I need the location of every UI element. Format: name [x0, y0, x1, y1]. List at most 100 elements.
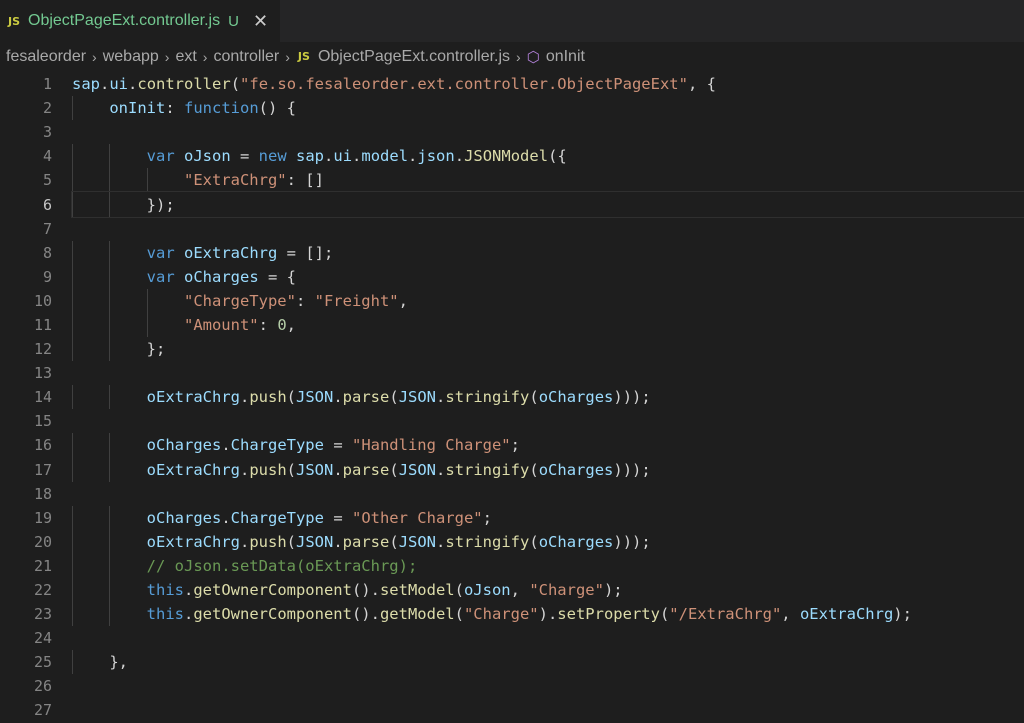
breadcrumb-item-file[interactable]: ObjectPageExt.controller.js [318, 48, 510, 66]
code-text: oExtraChrg. push(JSON. parse(JSON. stringif… [72, 457, 1024, 482]
code-line[interactable]: 21 // oJson.setData(oExtraChrg); [0, 553, 1024, 578]
indent-guide [109, 577, 111, 603]
line-number: 23 [33, 605, 52, 624]
code-text: }, [72, 650, 1024, 675]
code-line[interactable]: 11 "Amount": 0, [0, 312, 1024, 338]
code-token: parse [342, 460, 390, 479]
code-line[interactable]: 7 [0, 217, 1024, 241]
indentation [72, 292, 184, 310]
code-line[interactable]: 1 sap. ui. controller("fe.so.fesaleorder.ex… [0, 72, 1024, 96]
code-token: oJson [463, 581, 511, 600]
close-icon[interactable]: ✕ [253, 11, 268, 32]
code-token: // oJson.setData(oExtraChrg); [146, 556, 418, 575]
code-token: ( [230, 75, 241, 94]
code-line[interactable]: 6 }); [0, 191, 1024, 218]
tab-objectpageext-controller[interactable]: JS ObjectPageExt.controller.js U ✕ [0, 0, 281, 42]
indentation [72, 171, 184, 189]
code-line[interactable]: 26 [0, 674, 1024, 698]
code-token: ))); [613, 532, 651, 551]
code-line[interactable]: 16 oCharges. ChargeType = "Handling Charg… [0, 433, 1024, 458]
code-line[interactable]: 13 [0, 361, 1024, 385]
code-line[interactable]: 27 [0, 698, 1024, 722]
code-token: ( [529, 460, 539, 479]
indent-guide [109, 337, 111, 362]
code-line[interactable]: 15 [0, 409, 1024, 433]
code-token: ); [603, 581, 623, 600]
code-line[interactable]: 24 [0, 626, 1024, 650]
code-token: JSON [398, 532, 437, 551]
code-token: getOwnerComponent [193, 581, 352, 600]
line-number: 14 [33, 388, 52, 407]
code-token: stringify [445, 388, 530, 407]
indent-guide [109, 264, 111, 289]
code-token: = [230, 147, 259, 166]
line-number: 8 [42, 243, 52, 262]
code-token: setProperty [557, 605, 660, 624]
line-number: 16 [33, 436, 52, 455]
code-token: oCharges [184, 267, 259, 286]
code-token: () { [258, 99, 296, 118]
code-line[interactable]: 25 }, [0, 650, 1024, 675]
code-line[interactable]: 18 [0, 482, 1024, 506]
code-line[interactable]: 17 oExtraChrg. push(JSON. parse(JSON. strin… [0, 457, 1024, 482]
code-token: push [249, 532, 287, 551]
line-number: 25 [33, 653, 52, 672]
code-token: "Other Charge" [351, 508, 483, 527]
indent-guide [109, 168, 111, 193]
code-editor[interactable]: 1 sap. ui. controller("fe.so.fesaleorder.ex… [0, 71, 1024, 723]
breadcrumb-item-webapp[interactable]: webapp [103, 48, 159, 66]
javascript-file-icon: JS [297, 50, 310, 63]
indent-guide [146, 168, 148, 193]
line-number: 26 [33, 677, 52, 696]
code-line[interactable]: 22 this. getOwnerComponent (). setModel(oJs… [0, 577, 1024, 603]
breadcrumb-item-symbol[interactable]: onInit [546, 48, 585, 66]
method-cube-icon: ⬡ [526, 48, 540, 66]
code-token: parse [342, 388, 390, 407]
code-line[interactable]: 19 oCharges. ChargeType = "Other Charge"; [0, 505, 1024, 530]
line-number: 20 [33, 532, 52, 551]
code-line[interactable]: 9 var oCharges = { [0, 264, 1024, 289]
code-token: onInit [109, 99, 166, 118]
indent-guide [72, 650, 73, 675]
code-line[interactable]: 2 onInit: function() { [0, 96, 1024, 121]
line-number: 18 [33, 484, 52, 503]
code-token: }; [146, 340, 166, 359]
line-number: 4 [42, 147, 52, 166]
code-token: : [] [286, 171, 324, 190]
indent-guide [72, 264, 73, 289]
tab-title: ObjectPageExt.controller.js [28, 12, 221, 29]
code-token: push [249, 388, 287, 407]
breadcrumb-item-controller[interactable]: controller [213, 48, 279, 66]
code-token: getOwnerComponent [193, 605, 352, 624]
breadcrumb-item-fesaleorder[interactable]: fesaleorder [6, 48, 86, 66]
code-token: ( [659, 605, 670, 624]
code-line[interactable]: 10 "ChargeType": "Freight", [0, 288, 1024, 313]
code-line[interactable]: 12 }; [0, 337, 1024, 362]
code-token: function [184, 99, 259, 118]
code-token: ( [389, 532, 399, 551]
indent-guide [146, 312, 148, 338]
code-token: "Charge" [463, 605, 539, 624]
code-token: "Freight" [314, 291, 399, 310]
code-line[interactable]: 5 "ExtraChrg": [] [0, 168, 1024, 193]
code-token: oCharges [146, 436, 222, 455]
code-token: ); [893, 605, 912, 624]
code-line[interactable]: 3 [0, 120, 1024, 144]
code-line[interactable]: 4 var oJson = new sap. ui. model. json. JSON… [0, 144, 1024, 169]
breadcrumb-item-ext[interactable]: ext [175, 48, 196, 66]
code-line[interactable]: 14 oExtraChrg. push(JSON. parse(JSON. strin… [0, 385, 1024, 410]
code-token: . [239, 532, 250, 551]
code-token: var [146, 147, 175, 166]
code-text: oCharges. ChargeType = "Handling Charge"; [72, 433, 1024, 458]
code-token: "ExtraChrg" [183, 171, 287, 190]
code-text: this. getOwnerComponent (). setModel(oJson,… [72, 577, 1024, 603]
indent-guide [72, 144, 73, 169]
code-token: oExtraChrg [146, 532, 240, 551]
code-line[interactable]: 20 oExtraChrg. push(JSON. parse(JSON. strin… [0, 529, 1024, 554]
code-token: ({ [548, 147, 567, 166]
code-line[interactable]: 23 this. getOwnerComponent (). getModel("Ch… [0, 602, 1024, 627]
code-line[interactable]: 8 var oExtraChrg = []; [0, 240, 1024, 265]
code-token: ChargeType [230, 508, 324, 527]
